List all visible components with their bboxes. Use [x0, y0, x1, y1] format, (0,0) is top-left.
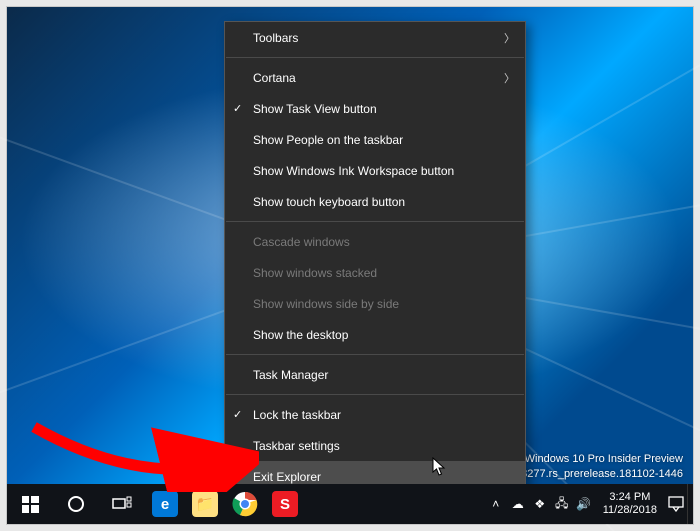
chevron-right-icon: 〉 — [504, 30, 515, 46]
cortana-circle-icon — [67, 495, 85, 513]
pinned-file-explorer[interactable]: 📁 — [185, 484, 225, 524]
menu-show-desktop[interactable]: Show the desktop — [225, 319, 525, 350]
tray-volume-icon[interactable]: 🔊 — [573, 484, 595, 524]
menu-separator — [226, 354, 524, 355]
menu-toolbars[interactable]: Toolbars 〉 — [225, 22, 525, 53]
taskbar-context-menu: Toolbars 〉 Cortana 〉 ✓ Show Task View bu… — [224, 21, 526, 493]
windows-logo-icon — [22, 496, 39, 513]
build-line-1: Windows 10 Pro Insider Preview — [506, 452, 683, 467]
menu-show-ink[interactable]: Show Windows Ink Workspace button — [225, 155, 525, 186]
task-view-icon — [112, 496, 132, 512]
clock-date: 11/28/2018 — [603, 504, 657, 517]
menu-label: Cortana — [253, 71, 296, 85]
chevron-up-icon: ˄ — [492, 497, 499, 511]
system-tray: ˄ ☁ ❖ 🖧 🔊 3:24 PM 11/28/2018 — [485, 484, 693, 524]
menu-label: Show touch keyboard button — [253, 195, 405, 209]
menu-label: Show windows side by side — [253, 297, 399, 311]
notification-icon — [668, 496, 684, 512]
snagit-icon: S — [272, 491, 298, 517]
task-view-button[interactable] — [99, 484, 145, 524]
menu-label: Show the desktop — [253, 328, 348, 342]
menu-label: Show Windows Ink Workspace button — [253, 164, 454, 178]
clock-time: 3:24 PM — [603, 491, 657, 504]
screenshot-frame: groovyPost.com Windows 10 Pro Insider Pr… — [6, 6, 694, 525]
menu-separator — [226, 394, 524, 395]
menu-taskbar-settings[interactable]: Taskbar settings — [225, 430, 525, 461]
taskbar: e 📁 S ˄ ☁ ❖ 🖧 🔊 — [7, 484, 693, 524]
windows-build-watermark: Windows 10 Pro Insider Preview d 18277.r… — [506, 452, 683, 482]
menu-cascade-windows: Cascade windows — [225, 226, 525, 257]
chrome-icon — [232, 491, 258, 517]
menu-cortana[interactable]: Cortana 〉 — [225, 62, 525, 93]
menu-show-people[interactable]: Show People on the taskbar — [225, 124, 525, 155]
menu-show-task-view[interactable]: ✓ Show Task View button — [225, 93, 525, 124]
tray-onedrive-icon[interactable]: ☁ — [507, 484, 529, 524]
tray-overflow-button[interactable]: ˄ — [485, 484, 507, 524]
menu-show-stacked: Show windows stacked — [225, 257, 525, 288]
menu-label: Show People on the taskbar — [253, 133, 403, 147]
show-desktop-button[interactable] — [687, 484, 693, 524]
chevron-right-icon: 〉 — [504, 70, 515, 86]
menu-label: Task Manager — [253, 368, 328, 382]
menu-separator — [226, 221, 524, 222]
menu-lock-taskbar[interactable]: ✓ Lock the taskbar — [225, 399, 525, 430]
menu-label: Show Task View button — [253, 102, 377, 116]
tray-dropbox-icon[interactable]: ❖ — [529, 484, 551, 524]
checkmark-icon: ✓ — [233, 408, 242, 421]
menu-label: Exit Explorer — [253, 470, 321, 484]
tray-action-center[interactable] — [665, 484, 687, 524]
cortana-button[interactable] — [53, 484, 99, 524]
menu-task-manager[interactable]: Task Manager — [225, 359, 525, 390]
menu-label: Taskbar settings — [253, 439, 340, 453]
menu-label: Cascade windows — [253, 235, 350, 249]
tray-network-icon[interactable]: 🖧 — [551, 484, 573, 524]
pinned-snagit[interactable]: S — [265, 484, 305, 524]
menu-separator — [226, 57, 524, 58]
pinned-chrome[interactable] — [225, 484, 265, 524]
checkmark-icon: ✓ — [233, 102, 242, 115]
pinned-edge[interactable]: e — [145, 484, 185, 524]
start-button[interactable] — [7, 484, 53, 524]
taskbar-left: e 📁 S — [7, 484, 305, 524]
folder-icon: 📁 — [192, 491, 218, 517]
menu-side-by-side: Show windows side by side — [225, 288, 525, 319]
menu-label: Show windows stacked — [253, 266, 377, 280]
tray-clock[interactable]: 3:24 PM 11/28/2018 — [595, 491, 665, 517]
edge-icon: e — [152, 491, 178, 517]
build-line-2: d 18277.rs_prerelease.181102-1446 — [506, 467, 683, 482]
menu-label: Lock the taskbar — [253, 408, 341, 422]
menu-show-touch-keyboard[interactable]: Show touch keyboard button — [225, 186, 525, 217]
menu-label: Toolbars — [253, 31, 298, 45]
